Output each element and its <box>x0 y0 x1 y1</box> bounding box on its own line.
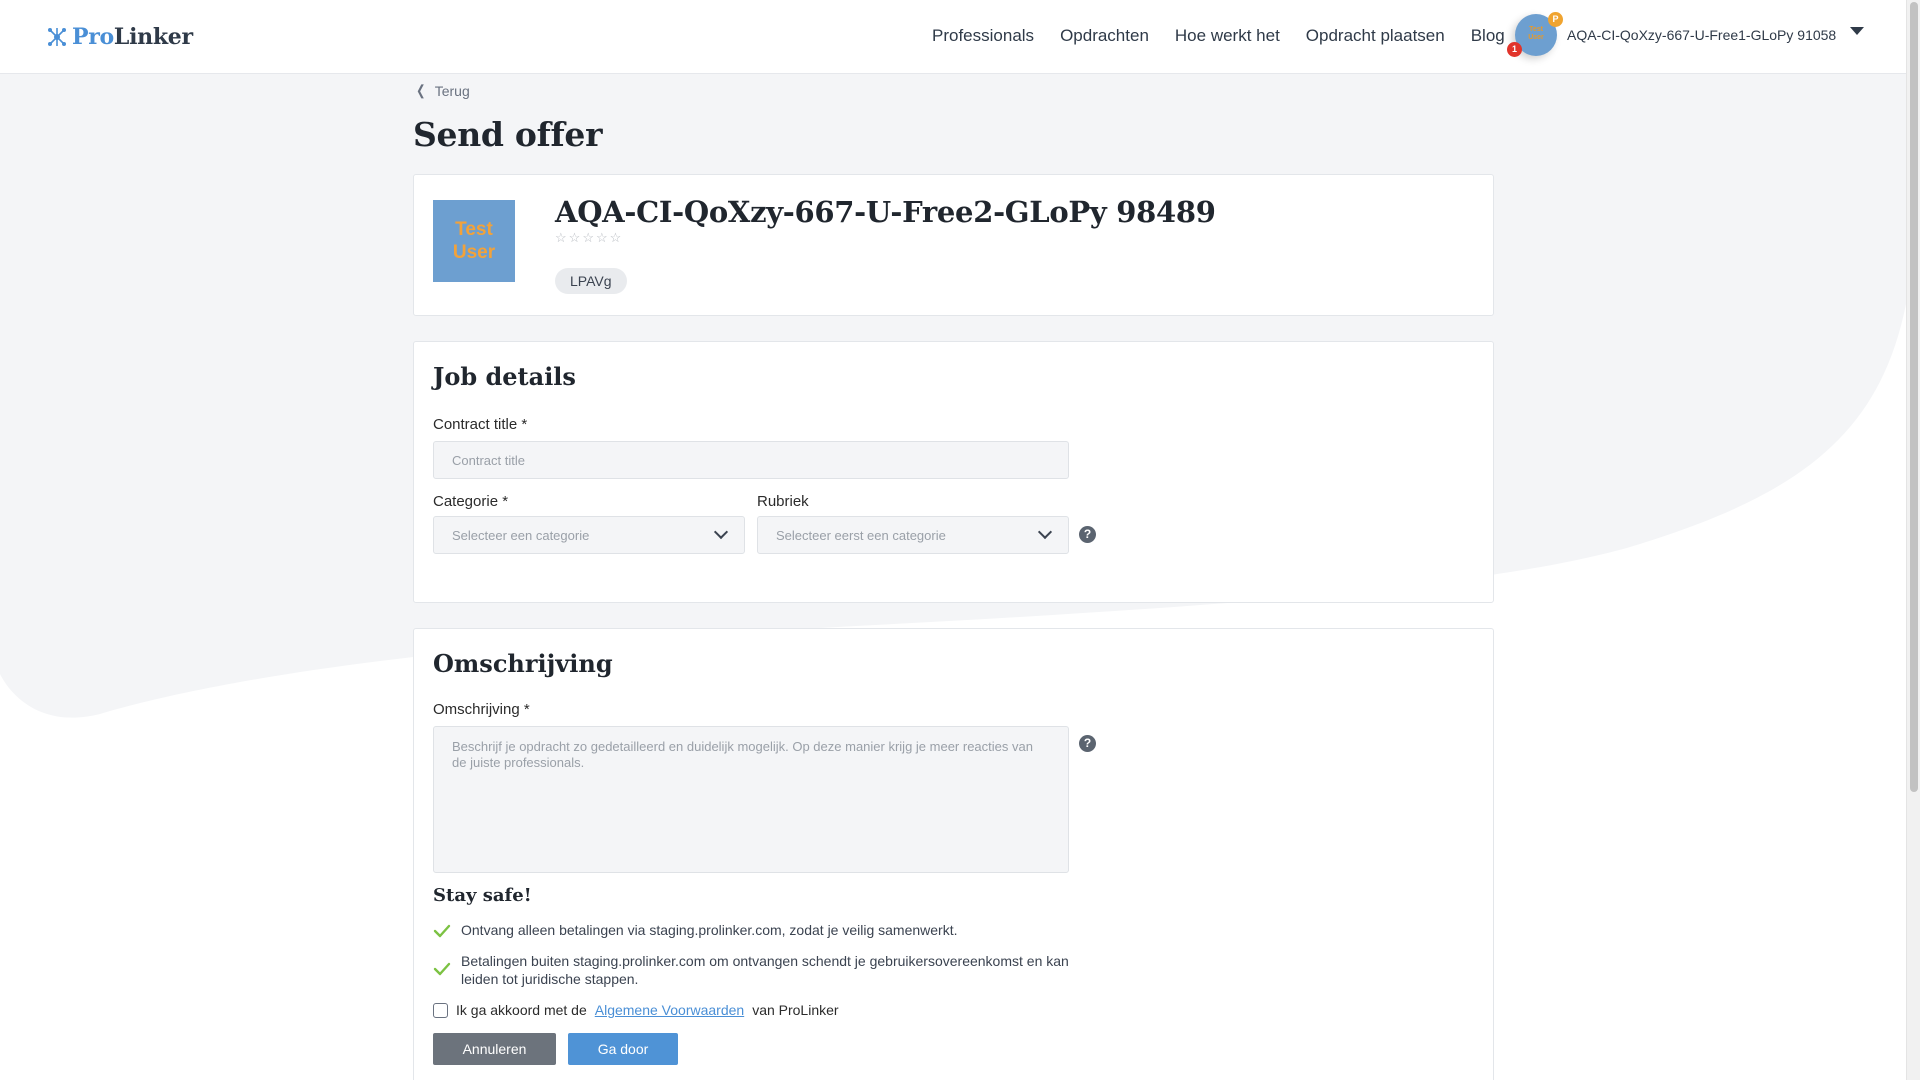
safe-item-text: Ontvang alleen betalingen via staging.pr… <box>461 922 958 938</box>
stay-safe-title: Stay safe! <box>433 885 532 906</box>
description-textarea[interactable]: Beschrijf je opdracht zo gedetailleerd e… <box>433 726 1069 873</box>
star-icon: ☆ <box>595 230 608 245</box>
chevron-down-icon <box>713 524 729 540</box>
back-link[interactable]: ❮ Terug <box>415 82 1494 99</box>
contract-title-input[interactable]: Contract title <box>433 441 1069 479</box>
safe-item: Betalingen buiten staging.prolinker.com … <box>433 952 1073 988</box>
category-select[interactable]: Selecteer een categorie <box>433 516 745 554</box>
nav-opdrachten[interactable]: Opdrachten <box>1060 26 1149 46</box>
continue-button[interactable]: Ga door <box>568 1033 678 1065</box>
job-details-card: Job details Contract title * Contract ti… <box>413 341 1494 603</box>
checkmark-icon <box>433 924 451 938</box>
scrollbar[interactable] <box>1906 0 1920 1080</box>
star-icon: ☆ <box>582 230 594 245</box>
caret-down-icon[interactable] <box>1850 27 1865 35</box>
profile-name: AQA-CI-QoXzy-667-U-Free2-GLoPy 98489 <box>555 195 1216 229</box>
rubriek-label: Rubriek <box>757 493 809 510</box>
nav-hoe-werkt-het[interactable]: Hoe werkt het <box>1175 26 1280 46</box>
chevron-left-icon: ❮ <box>416 82 426 98</box>
logo-wordmark: ProLinker <box>72 24 193 50</box>
top-navbar: ProLinker Professionals Opdrachten Hoe w… <box>0 0 1906 74</box>
back-label: Terug <box>434 82 470 99</box>
star-icon: ☆ <box>568 230 581 245</box>
rubriek-select[interactable]: Selecteer eerst een categorie <box>757 516 1069 554</box>
star-icon: ☆ <box>555 230 567 245</box>
main-nav: Professionals Opdrachten Hoe werkt het O… <box>932 26 1531 46</box>
prolinker-logo[interactable]: ProLinker <box>46 24 193 50</box>
user-avatar[interactable]: Test User P 1 <box>1507 12 1563 57</box>
terms-checkbox[interactable] <box>433 1002 448 1018</box>
professional-card: Test User AQA-CI-QoXzy-667-U-Free2-GLoPy… <box>413 174 1494 316</box>
cancel-button[interactable]: Annuleren <box>433 1033 556 1065</box>
nav-opdracht-plaatsen[interactable]: Opdracht plaatsen <box>1306 26 1445 46</box>
chevron-down-icon <box>1037 524 1053 540</box>
user-name[interactable]: AQA-CI-QoXzy-667-U-Free1-GLoPy 91058 <box>1567 27 1836 43</box>
terms-agreement: Ik ga akkoord met de Algemene Voorwaarde… <box>433 1002 839 1018</box>
checkmark-icon <box>433 962 451 976</box>
nav-professionals[interactable]: Professionals <box>932 26 1034 46</box>
safe-item: Ontvang alleen betalingen via staging.pr… <box>433 921 1073 940</box>
page-title: Send offer <box>413 115 603 154</box>
profile-avatar: Test User <box>433 200 515 282</box>
contract-title-label: Contract title * <box>433 416 528 433</box>
safe-item-text: Betalingen buiten staging.prolinker.com … <box>461 953 1069 987</box>
main-content: ❮ Terug Send offer Test User AQA-CI-QoXz… <box>413 74 1494 1080</box>
avatar-text: Test User <box>1528 26 1544 41</box>
star-rating: ☆ ☆ ☆ ☆ ☆ <box>555 230 621 246</box>
category-label: Categorie * <box>433 493 509 510</box>
category-select-value: Selecteer een categorie <box>452 527 590 543</box>
description-label: Omschrijving * <box>433 701 530 718</box>
logo-network-icon <box>48 28 66 46</box>
agree-prefix: Ik ga akkoord met de <box>456 1002 587 1018</box>
nav-blog[interactable]: Blog <box>1471 26 1505 46</box>
terms-link[interactable]: Algemene Voorwaarden <box>595 1002 744 1018</box>
scrollbar-thumb[interactable] <box>1910 2 1918 792</box>
help-icon[interactable]: ? <box>1079 526 1096 543</box>
description-card: Omschrijving Omschrijving * Beschrijf je… <box>413 628 1494 1080</box>
help-icon[interactable]: ? <box>1079 735 1096 752</box>
skill-tag: LPAVg <box>555 268 627 294</box>
star-icon: ☆ <box>609 230 622 245</box>
rubriek-select-value: Selecteer eerst een categorie <box>776 527 946 543</box>
notification-badge: 1 <box>1507 42 1522 57</box>
agree-suffix: van ProLinker <box>752 1002 839 1018</box>
description-title: Omschrijving <box>433 649 613 678</box>
job-details-title: Job details <box>433 362 576 391</box>
user-menu[interactable]: Test User P 1 AQA-CI-QoXzy-667-U-Free1-GL… <box>1507 12 1865 57</box>
points-badge: P <box>1548 12 1563 27</box>
